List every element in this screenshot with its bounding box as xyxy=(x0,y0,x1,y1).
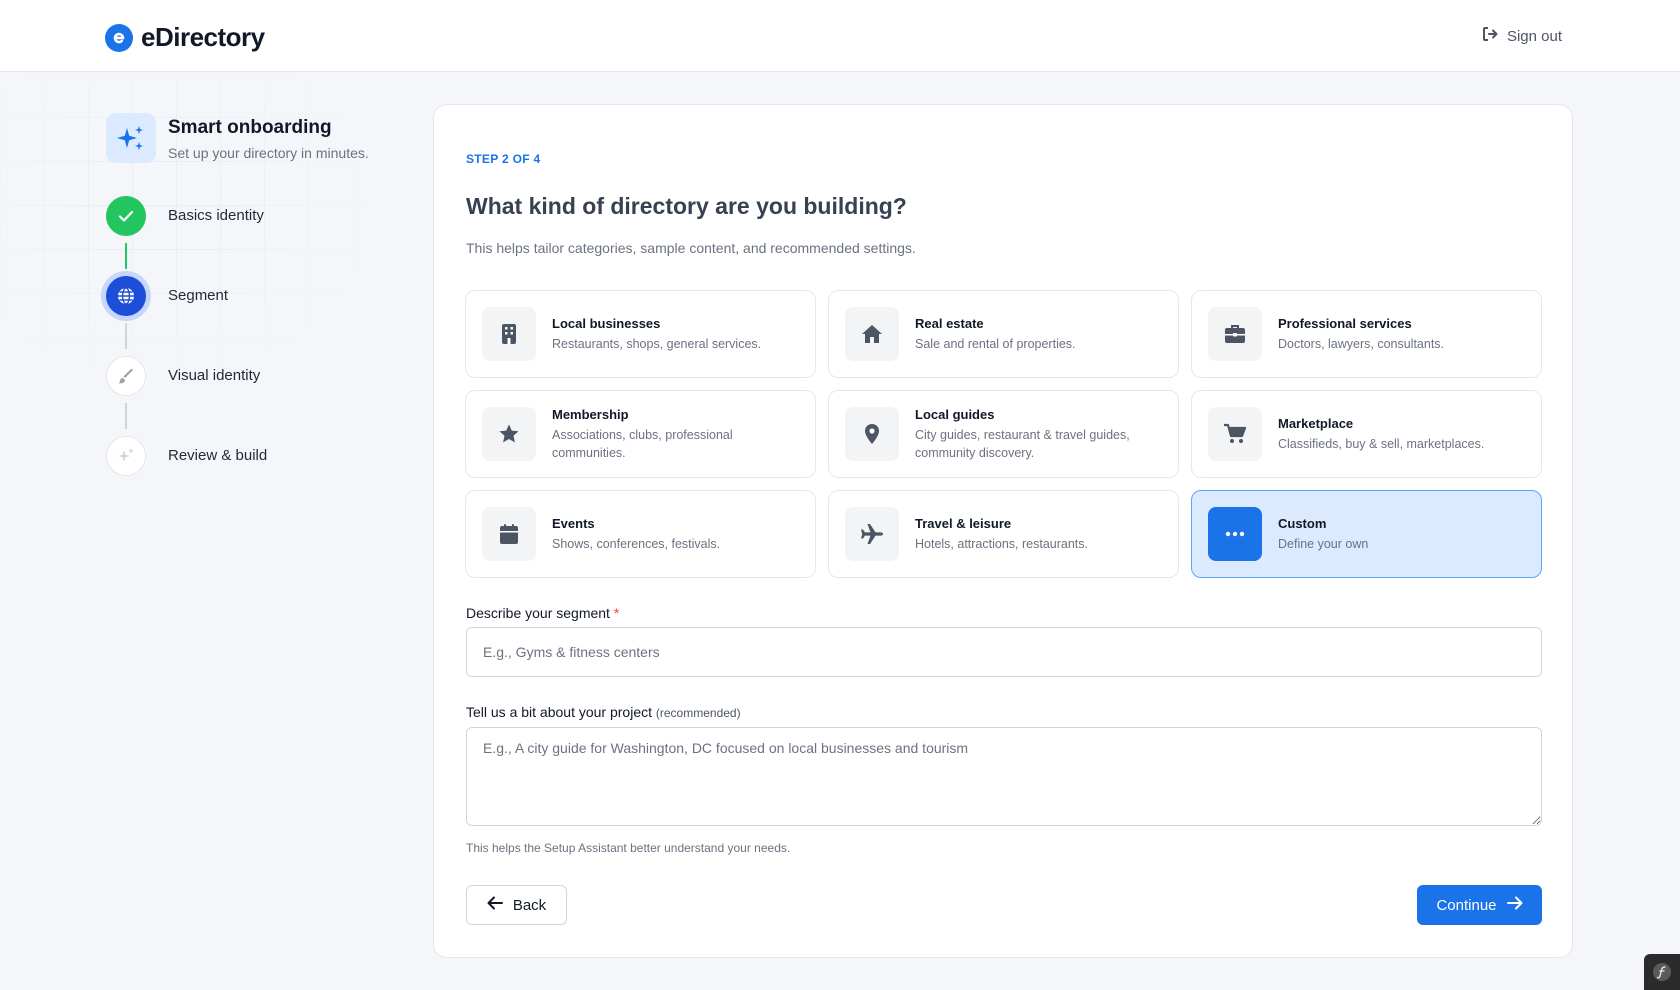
step-indicator: STEP 2 OF 4 xyxy=(466,152,541,166)
more-icon xyxy=(1208,507,1262,561)
stepper: Basics identity Segment Visual identity … xyxy=(106,196,267,516)
calendar-icon xyxy=(482,507,536,561)
house-icon xyxy=(845,307,899,361)
project-textarea[interactable] xyxy=(466,727,1542,826)
option-title: Custom xyxy=(1278,515,1327,531)
sign-out-button[interactable]: Sign out xyxy=(1482,26,1562,46)
step-connector xyxy=(125,323,127,349)
option-title: Local guides xyxy=(915,406,995,422)
sparkles-small-icon xyxy=(106,436,146,476)
back-button[interactable]: Back xyxy=(466,885,567,925)
project-field-label: Tell us a bit about your project (recomm… xyxy=(466,704,741,720)
page-subtitle: This helps tailor categories, sample con… xyxy=(466,240,916,256)
option-description: Associations, clubs, professional commun… xyxy=(552,427,733,460)
option-professional-services[interactable]: Professional services Doctors, lawyers, … xyxy=(1191,290,1542,378)
step-basics-identity[interactable]: Basics identity xyxy=(106,196,267,276)
back-label: Back xyxy=(512,896,547,914)
segment-card: STEP 2 OF 4 What kind of directory are y… xyxy=(433,104,1573,958)
step-label: Segment xyxy=(168,287,229,304)
sparkles-icon xyxy=(106,113,156,163)
step-label: Visual identity xyxy=(168,367,261,384)
step-label: Review & build xyxy=(168,447,268,464)
step-visual-identity[interactable]: Visual identity xyxy=(106,356,267,436)
top-header: eDirectory Sign out xyxy=(0,0,1680,72)
option-title: Real estate xyxy=(915,315,984,331)
globe-icon xyxy=(106,276,146,316)
segment-label-text: Describe your segment xyxy=(466,605,610,621)
segment-options: Local businesses Restaurants, shops, gen… xyxy=(465,290,1542,578)
brush-icon xyxy=(106,356,146,396)
sign-out-icon xyxy=(1482,26,1499,46)
option-membership[interactable]: Membership Associations, clubs, professi… xyxy=(465,390,816,478)
sign-out-label: Sign out xyxy=(1506,27,1562,45)
logo-text: eDirectory xyxy=(141,22,265,52)
plane-icon xyxy=(845,507,899,561)
option-title: Travel & leisure xyxy=(915,515,1012,531)
continue-button[interactable]: Continue xyxy=(1417,885,1542,925)
step-segment[interactable]: Segment xyxy=(106,276,267,356)
debug-toolbar-icon[interactable] xyxy=(1644,954,1680,990)
sidebar-title: Smart onboarding xyxy=(168,117,332,138)
option-events[interactable]: Events Shows, conferences, festivals. xyxy=(465,490,816,578)
option-real-estate[interactable]: Real estate Sale and rental of propertie… xyxy=(828,290,1179,378)
segment-field-label: Describe your segment * xyxy=(466,605,619,621)
map-pin-icon xyxy=(845,407,899,461)
step-review-build[interactable]: Review & build xyxy=(106,436,267,516)
option-description: Classifieds, buy & sell, marketplaces. xyxy=(1278,436,1485,451)
building-icon xyxy=(482,307,536,361)
option-title: Events xyxy=(552,515,595,531)
option-title: Marketplace xyxy=(1278,415,1354,431)
option-local-businesses[interactable]: Local businesses Restaurants, shops, gen… xyxy=(465,290,816,378)
option-description: Doctors, lawyers, consultants. xyxy=(1278,336,1445,351)
segment-input[interactable] xyxy=(466,627,1542,677)
option-description: Shows, conferences, festivals. xyxy=(552,536,721,551)
option-description: Restaurants, shops, general services. xyxy=(552,336,762,351)
option-title: Professional services xyxy=(1278,315,1412,331)
step-connector xyxy=(125,403,127,429)
sidebar-subtitle: Set up your directory in minutes. xyxy=(168,145,369,161)
star-icon xyxy=(482,407,536,461)
step-connector xyxy=(125,243,127,269)
briefcase-icon xyxy=(1208,307,1262,361)
option-title: Membership xyxy=(552,406,629,422)
logo-mark-icon xyxy=(105,23,133,52)
arrow-left-icon xyxy=(487,896,503,914)
recommended-note: (recommended) xyxy=(655,706,741,720)
required-mark: * xyxy=(613,605,620,621)
option-local-guides[interactable]: Local guides City guides, restaurant & t… xyxy=(828,390,1179,478)
app-logo[interactable]: eDirectory xyxy=(105,22,265,53)
check-icon xyxy=(106,196,146,236)
page-title: What kind of directory are you building? xyxy=(466,193,907,219)
option-description: City guides, restaurant & travel guides,… xyxy=(915,427,1130,460)
option-title: Local businesses xyxy=(552,315,661,331)
project-hint: This helps the Setup Assistant better un… xyxy=(466,841,791,855)
option-description: Define your own xyxy=(1278,536,1369,551)
project-label-text: Tell us a bit about your project xyxy=(466,704,652,720)
sidebar-header: Smart onboarding Set up your directory i… xyxy=(106,113,369,163)
option-marketplace[interactable]: Marketplace Classifieds, buy & sell, mar… xyxy=(1191,390,1542,478)
option-travel-leisure[interactable]: Travel & leisure Hotels, attractions, re… xyxy=(828,490,1179,578)
option-description: Sale and rental of properties. xyxy=(915,336,1076,351)
option-description: Hotels, attractions, restaurants. xyxy=(915,536,1088,551)
continue-label: Continue xyxy=(1436,896,1497,914)
step-label: Basics identity xyxy=(168,207,264,224)
cart-icon xyxy=(1208,407,1262,461)
option-custom[interactable]: Custom Define your own xyxy=(1191,490,1542,578)
arrow-right-icon xyxy=(1506,896,1523,914)
